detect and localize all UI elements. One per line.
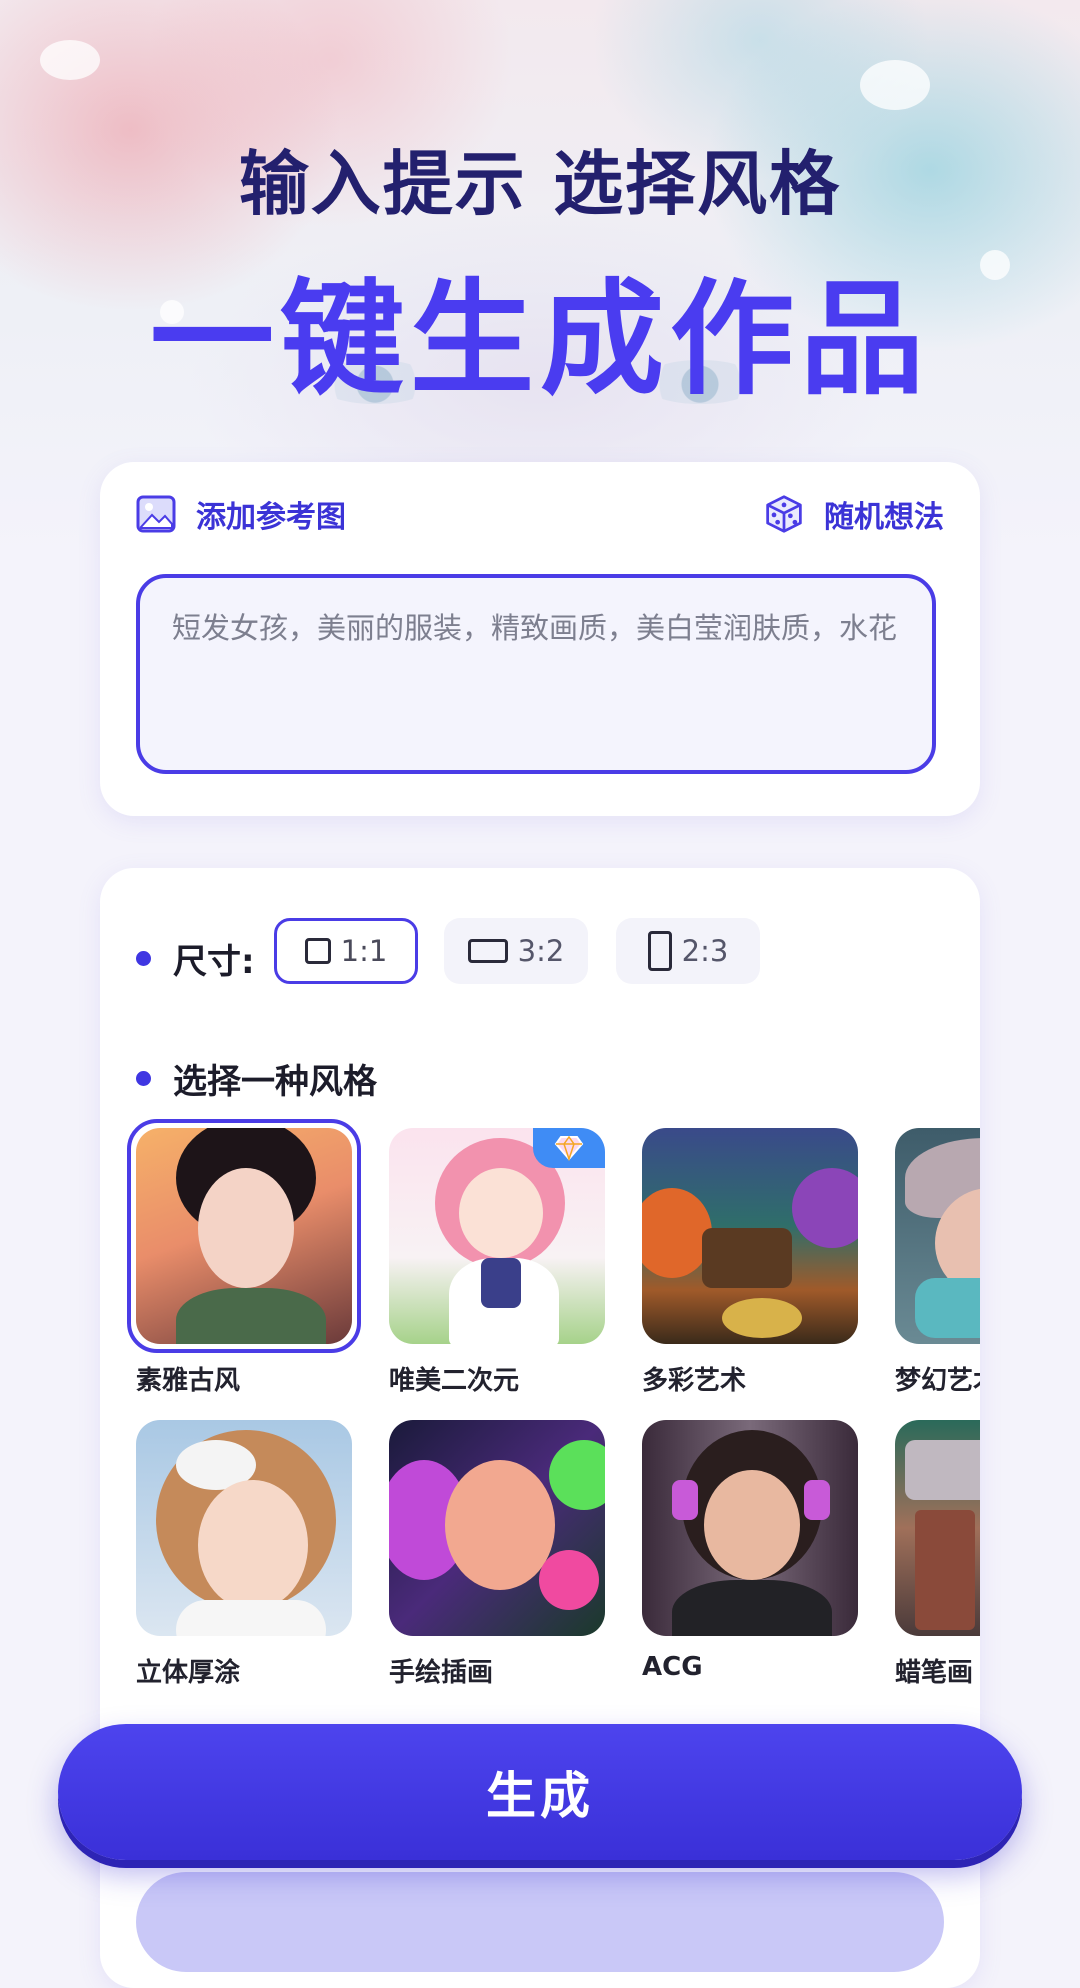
- image-icon: [136, 495, 176, 533]
- diamond-icon: [554, 1135, 584, 1161]
- style-grid: 素雅古风 唯美二次元 多彩艺术 梦幻艺 立体厚涂 手绘插画 ACG 蜡笔画: [100, 1118, 980, 1738]
- style-name: ACG: [642, 1652, 703, 1682]
- style-thumbnail: [136, 1128, 352, 1344]
- style-name: 素雅古风: [136, 1366, 241, 1396]
- landscape-ratio-icon: [467, 939, 508, 963]
- style-card-acg[interactable]: ACG: [642, 1420, 858, 1682]
- bullet-dot: [136, 1071, 151, 1086]
- vip-badge: [533, 1128, 605, 1168]
- style-thumbnail: [642, 1128, 858, 1344]
- style-card-duocai-yishu[interactable]: 多彩艺术: [642, 1128, 858, 1397]
- splash-shape: [40, 40, 100, 80]
- random-idea-button[interactable]: 随机想法: [764, 492, 944, 536]
- size-option-2-3[interactable]: 2:3: [616, 918, 760, 984]
- style-card-suya-gufeng[interactable]: 素雅古风: [127, 1119, 361, 1397]
- style-card-weimei-erciyuan[interactable]: 唯美二次元: [389, 1128, 605, 1397]
- splash-shape: [860, 60, 930, 110]
- size-option-label: 3:2: [517, 934, 565, 968]
- style-card-menghuan-yishu[interactable]: 梦幻艺术: [895, 1128, 980, 1397]
- style-name: 蜡笔画: [895, 1658, 974, 1688]
- bullet-dot: [136, 951, 151, 966]
- generate-button[interactable]: 生成: [58, 1724, 1022, 1860]
- size-option-3-2[interactable]: 3:2: [444, 918, 588, 984]
- prompt-input[interactable]: 短发女孩，美丽的服装，精致画质，美白莹润肤质，水花: [136, 574, 936, 774]
- size-option-label: 1:1: [340, 934, 388, 968]
- style-thumbnail: [895, 1128, 980, 1344]
- style-thumbnail: [642, 1420, 858, 1636]
- prompt-card: 添加参考图 随机想法 短发女孩，美丽的服装，精致画质，美白莹润肤质，水花: [100, 462, 980, 816]
- random-idea-label: 随机想法: [824, 500, 944, 535]
- secondary-button-shadow: [136, 1872, 944, 1972]
- style-name: 手绘插画: [389, 1658, 494, 1688]
- style-card-liti-houtu[interactable]: 立体厚涂: [136, 1420, 352, 1689]
- square-ratio-icon: [304, 938, 331, 964]
- style-thumbnail: [136, 1420, 352, 1636]
- style-section-label: 选择一种风格: [136, 1054, 377, 1103]
- hero-title-line2: 一键生成作品: [149, 268, 930, 412]
- size-label-text: 尺寸:: [173, 942, 255, 982]
- style-card-shouhui-chahua[interactable]: 手绘插画: [389, 1420, 605, 1689]
- style-name: 多彩艺术: [642, 1366, 747, 1396]
- style-card-labihua[interactable]: 蜡笔画: [895, 1420, 980, 1689]
- style-name: 唯美二次元: [389, 1366, 520, 1396]
- add-reference-button[interactable]: 添加参考图: [136, 492, 346, 536]
- size-option-label: 2:3: [681, 934, 729, 968]
- portrait-ratio-icon: [647, 931, 672, 971]
- style-thumbnail: [895, 1420, 980, 1636]
- style-label-text: 选择一种风格: [173, 1062, 377, 1102]
- add-reference-label: 添加参考图: [196, 500, 346, 535]
- size-option-1-1[interactable]: 1:1: [274, 918, 418, 984]
- dice-icon: [766, 495, 802, 533]
- style-thumbnail: [389, 1420, 605, 1636]
- hero-title-line1: 输入提示 选择风格: [238, 143, 842, 225]
- size-section-label: 尺寸:: [136, 934, 255, 983]
- style-name: 梦幻艺术: [895, 1366, 980, 1396]
- style-thumbnail: [389, 1128, 605, 1344]
- style-name: 立体厚涂: [136, 1658, 241, 1688]
